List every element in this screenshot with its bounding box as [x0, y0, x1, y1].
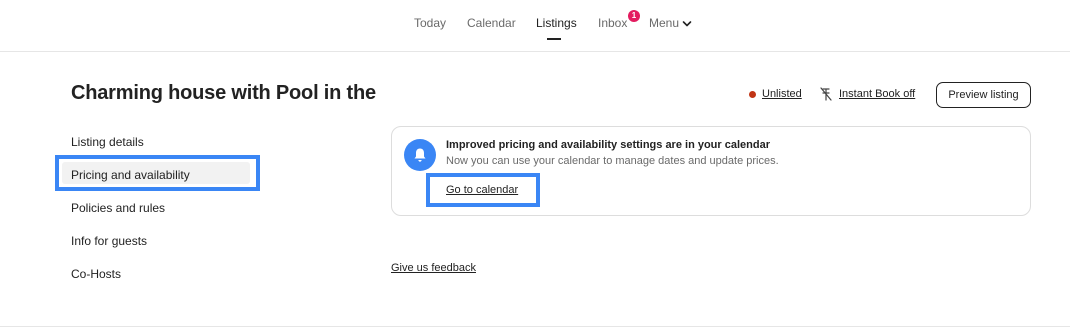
nav-tab-inbox[interactable]: Inbox — [598, 16, 627, 30]
instant-book-off-icon — [820, 87, 832, 101]
listing-title: Charming house with Pool in the — [71, 82, 376, 104]
nav-tab-listings[interactable]: Listings — [536, 16, 577, 30]
instant-book-link[interactable]: Instant Book off — [839, 88, 915, 100]
preview-listing-button[interactable]: Preview listing — [936, 82, 1031, 108]
top-navigation: Today Calendar Listings Inbox 1 Menu — [0, 0, 1070, 52]
nav-menu-button[interactable]: Menu — [649, 16, 679, 30]
notice-subtitle: Now you can use your calendar to manage … — [446, 155, 779, 167]
nav-tab-calendar[interactable]: Calendar — [467, 16, 516, 30]
sidebar-item-listing-details[interactable]: Listing details — [71, 135, 144, 149]
active-tab-indicator — [547, 38, 561, 40]
sidebar-item-policies-rules[interactable]: Policies and rules — [71, 201, 165, 215]
notice-title: Improved pricing and availability settin… — [446, 139, 770, 151]
give-feedback-link[interactable]: Give us feedback — [391, 262, 476, 274]
status-dot-icon — [749, 91, 756, 98]
bell-icon — [414, 148, 426, 162]
nav-tab-today[interactable]: Today — [414, 16, 446, 30]
inbox-unread-badge: 1 — [628, 10, 640, 22]
sidebar-item-info-for-guests[interactable]: Info for guests — [71, 234, 147, 248]
listing-status-link[interactable]: Unlisted — [762, 88, 802, 100]
chevron-down-icon[interactable] — [682, 20, 692, 28]
sidebar-item-co-hosts[interactable]: Co-Hosts — [71, 267, 121, 281]
sidebar-item-pricing-availability[interactable]: Pricing and availability — [71, 168, 190, 182]
go-to-calendar-link[interactable]: Go to calendar — [446, 184, 518, 196]
bottom-divider — [0, 326, 1070, 327]
